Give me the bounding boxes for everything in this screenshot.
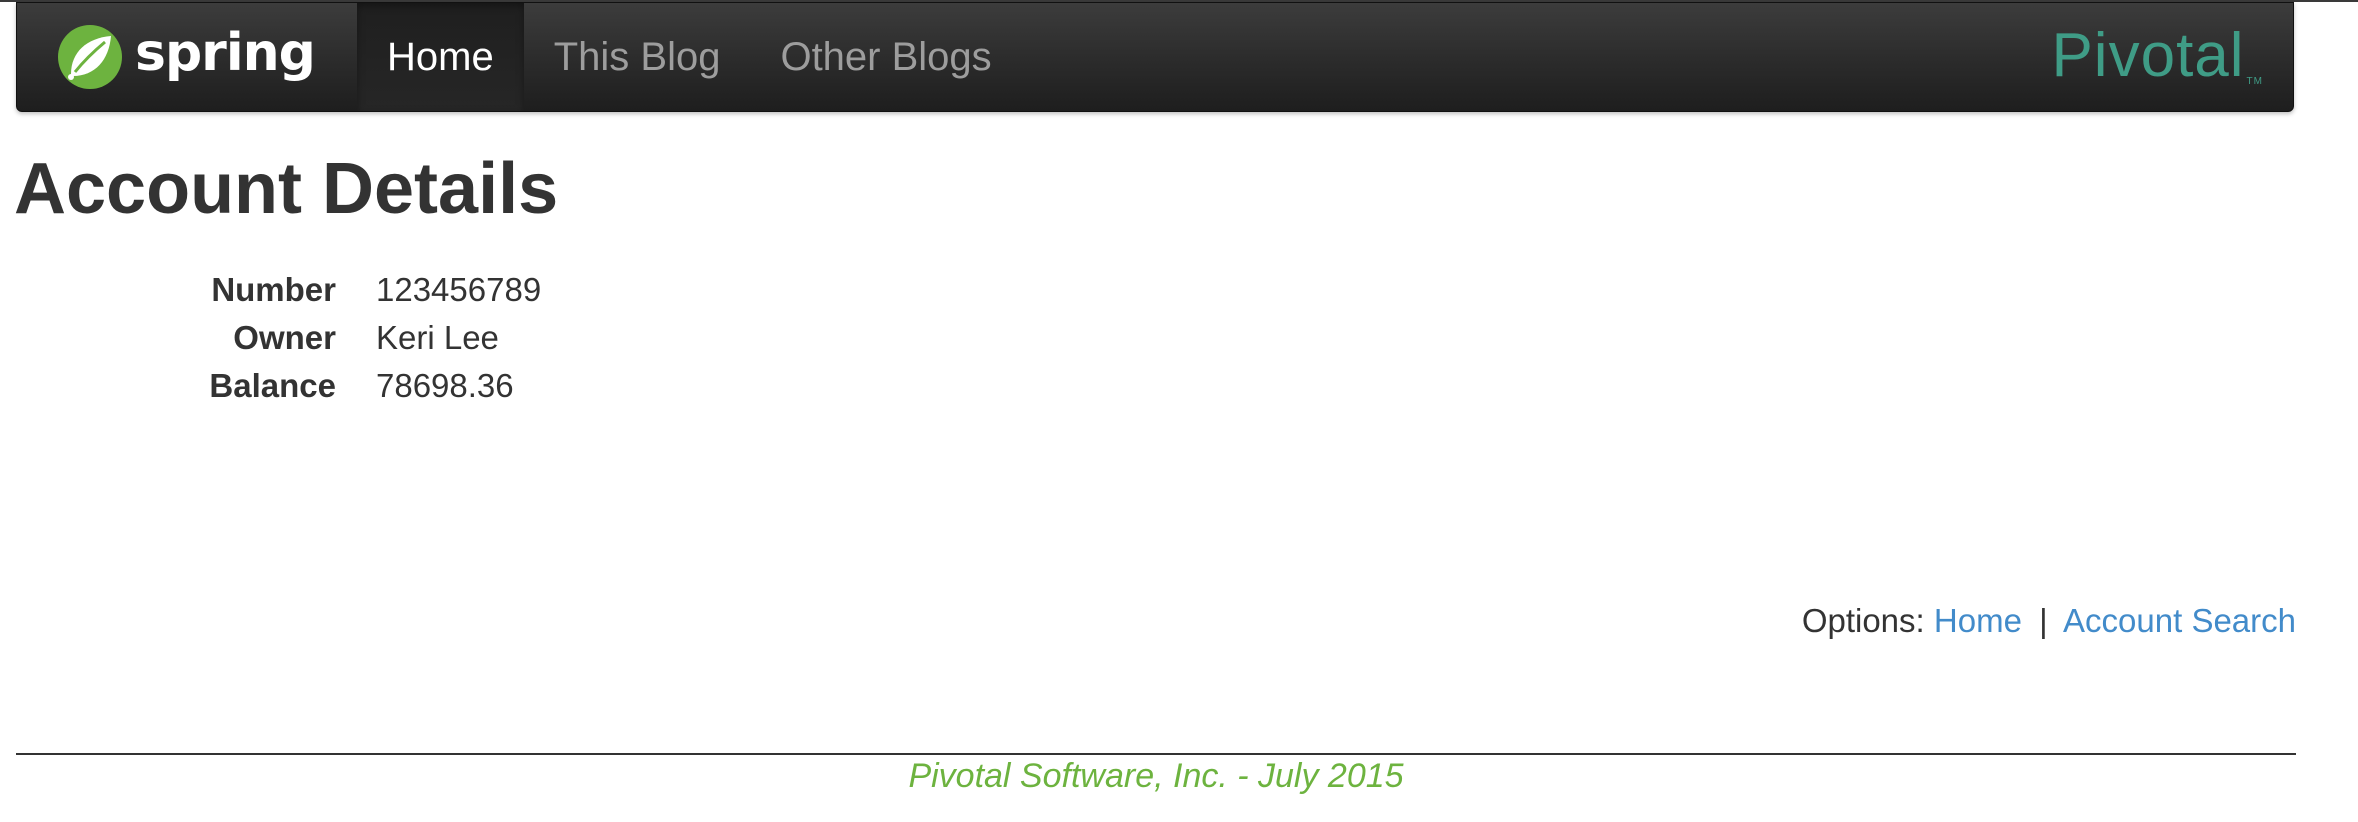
account-details-table: Number 123456789 Owner Keri Lee Balance … — [140, 266, 541, 410]
footer-divider — [16, 753, 2296, 755]
pivotal-logo: Pivotal TM — [2051, 25, 2263, 87]
number-value: 123456789 — [376, 271, 542, 308]
nav-menu: Home This Blog Other Blogs — [357, 3, 1022, 111]
account-search-link[interactable]: Account Search — [2063, 602, 2296, 639]
nav-item-home[interactable]: Home — [357, 3, 524, 111]
options-separator: | — [2039, 602, 2048, 639]
spring-brand-link[interactable]: spring — [57, 19, 316, 95]
home-link[interactable]: Home — [1934, 602, 2022, 639]
spring-leaf-icon — [58, 25, 122, 89]
page-title: Account Details — [14, 149, 559, 229]
owner-value: Keri Lee — [376, 319, 499, 356]
pivotal-trademark: TM — [2246, 76, 2263, 87]
nav-item-this-blog[interactable]: This Blog — [524, 3, 751, 111]
footer-copyright: Pivotal Software, Inc. - July 2015 — [908, 757, 1404, 795]
options-label: Options: — [1801, 602, 1925, 639]
detail-row-owner: Owner Keri Lee — [140, 314, 541, 362]
balance-label: Balance — [209, 367, 336, 404]
detail-row-balance: Balance 78698.36 — [140, 362, 541, 410]
number-label: Number — [211, 271, 336, 308]
options-bar: Options: Home | Account Search — [1802, 602, 2296, 640]
detail-row-number: Number 123456789 — [140, 266, 541, 314]
balance-value: 78698.36 — [376, 367, 514, 404]
nav-item-other-blogs[interactable]: Other Blogs — [750, 3, 1021, 111]
spring-brand-text: spring — [135, 23, 316, 83]
pivotal-logo-text: Pivotal — [2051, 21, 2245, 90]
owner-label: Owner — [233, 319, 336, 356]
top-navbar: spring Home This Blog Other Blogs Pivota… — [16, 2, 2294, 112]
